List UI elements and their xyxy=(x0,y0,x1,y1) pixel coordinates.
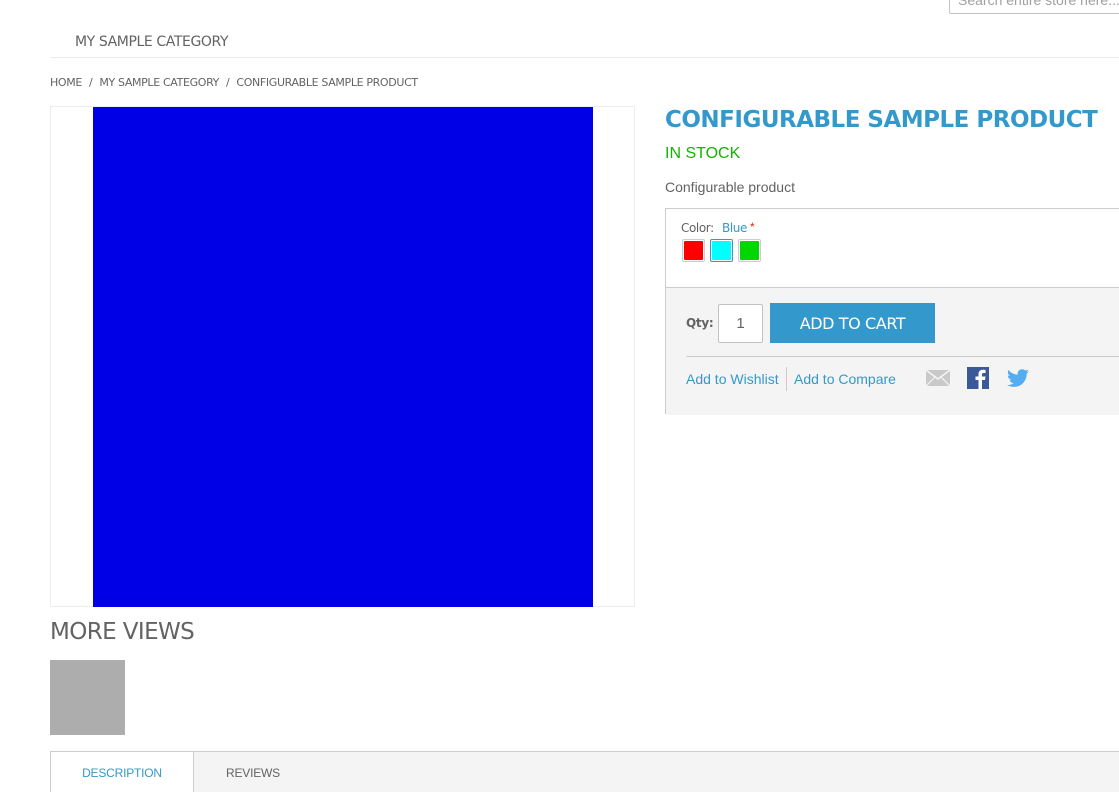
main-product-image[interactable] xyxy=(93,107,593,607)
color-swatches xyxy=(682,239,761,262)
qty-input[interactable] xyxy=(718,304,763,343)
product-image-box xyxy=(50,106,635,607)
tab-description[interactable]: DESCRIPTION xyxy=(50,752,194,792)
color-selected-value: Blue xyxy=(722,221,747,235)
main-navigation: MY SAMPLE CATEGORY xyxy=(50,28,1119,58)
color-option-label: Color: xyxy=(681,221,714,235)
swatch-red[interactable] xyxy=(682,239,705,262)
add-to-wishlist-link[interactable]: Add to Wishlist xyxy=(686,371,779,387)
stock-status: IN STOCK xyxy=(665,145,741,162)
facebook-icon[interactable] xyxy=(966,366,990,390)
required-mark: * xyxy=(750,220,755,234)
add-to-cart-box: Qty: ADD TO CART Add to Wishlist Add to … xyxy=(666,287,1119,415)
more-views-title: MORE VIEWS xyxy=(50,619,195,645)
search-input[interactable] xyxy=(949,0,1119,14)
thumbnail-image[interactable] xyxy=(50,660,125,735)
breadcrumb-separator: / xyxy=(226,76,230,89)
product-title: CONFIGURABLE SAMPLE PRODUCT xyxy=(665,107,1098,133)
qty-label: Qty: xyxy=(686,316,714,330)
add-to-cart-button[interactable]: ADD TO CART xyxy=(770,303,935,343)
swatch-green[interactable] xyxy=(738,239,761,262)
breadcrumb-current: CONFIGURABLE SAMPLE PRODUCT xyxy=(236,76,418,89)
product-options-box: Color: Blue * Qty: ADD TO CART Add to Wi… xyxy=(665,208,1119,415)
breadcrumb-category[interactable]: MY SAMPLE CATEGORY xyxy=(99,76,219,89)
tab-reviews[interactable]: REVIEWS xyxy=(194,752,312,792)
swatch-green-fill xyxy=(740,241,759,260)
swatch-blue[interactable] xyxy=(710,239,733,262)
email-icon[interactable] xyxy=(926,366,950,390)
link-separator xyxy=(786,367,787,391)
add-to-compare-link[interactable]: Add to Compare xyxy=(794,371,896,387)
swatch-blue-fill xyxy=(712,241,731,260)
divider xyxy=(686,356,1119,357)
breadcrumb-home[interactable]: HOME xyxy=(50,76,82,89)
breadcrumb-separator: / xyxy=(88,76,93,89)
short-description: Configurable product xyxy=(665,179,795,195)
breadcrumb: HOME / MY SAMPLE CATEGORY / CONFIGURABLE SAM… xyxy=(50,76,418,89)
swatch-red-fill xyxy=(684,241,703,260)
product-tabs: DESCRIPTION REVIEWS xyxy=(50,751,1119,792)
nav-item-my-sample-category[interactable]: MY SAMPLE CATEGORY xyxy=(75,34,229,50)
twitter-icon[interactable] xyxy=(1006,366,1030,390)
